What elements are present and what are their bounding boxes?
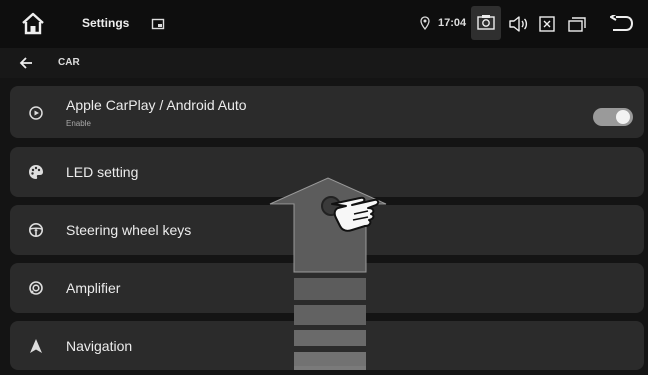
close-app-icon[interactable]: [539, 16, 555, 37]
section-header: CAR: [0, 48, 648, 78]
carplay-setting[interactable]: Apple CarPlay / Android Auto Enable: [10, 86, 644, 138]
carplay-icon: [28, 105, 44, 126]
home-icon[interactable]: [20, 11, 46, 37]
amplifier-icon: [28, 280, 44, 301]
recent-apps-icon[interactable]: [568, 16, 586, 37]
palette-icon: [28, 164, 44, 185]
setting-label: Steering wheel keys: [66, 222, 192, 238]
window-icon[interactable]: [151, 17, 165, 31]
swipe-gesture-overlay: [268, 174, 388, 370]
navigation-arrow-icon: [28, 338, 44, 359]
clock: 17:04: [438, 17, 467, 29]
section-title: CAR: [58, 57, 80, 68]
pointing-hand-icon: [318, 184, 384, 245]
screenshot-icon: [477, 14, 495, 35]
carplay-toggle[interactable]: [593, 108, 633, 126]
location-icon: [420, 16, 430, 35]
toggle-knob: [616, 110, 630, 124]
volume-icon[interactable]: [508, 15, 528, 38]
steering-wheel-icon: [28, 222, 44, 243]
status-bar: Settings 17:04: [0, 0, 648, 48]
page-title: Settings: [82, 16, 130, 30]
back-return-icon[interactable]: [609, 13, 634, 38]
setting-sublabel: Enable: [66, 119, 91, 128]
screenshot-button[interactable]: [471, 6, 501, 40]
setting-label: LED setting: [66, 164, 139, 180]
setting-label: Navigation: [66, 338, 133, 354]
setting-label: Amplifier: [66, 280, 121, 296]
setting-label: Apple CarPlay / Android Auto: [66, 97, 247, 113]
back-arrow-icon[interactable]: [18, 55, 34, 76]
